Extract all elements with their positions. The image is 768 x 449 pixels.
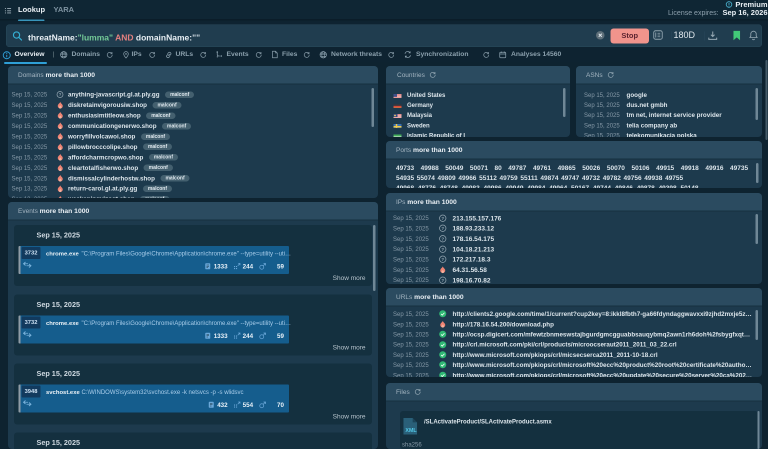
svg-text:?: ?: [441, 236, 444, 241]
svg-text:?: ?: [441, 226, 444, 231]
svg-text:?: ?: [59, 92, 62, 97]
svg-text:?: ?: [441, 278, 444, 283]
svg-text:?: ?: [441, 216, 444, 221]
svg-text:XML: XML: [405, 428, 417, 434]
svg-text:?: ?: [441, 247, 444, 252]
svg-text:?: ?: [441, 257, 444, 262]
